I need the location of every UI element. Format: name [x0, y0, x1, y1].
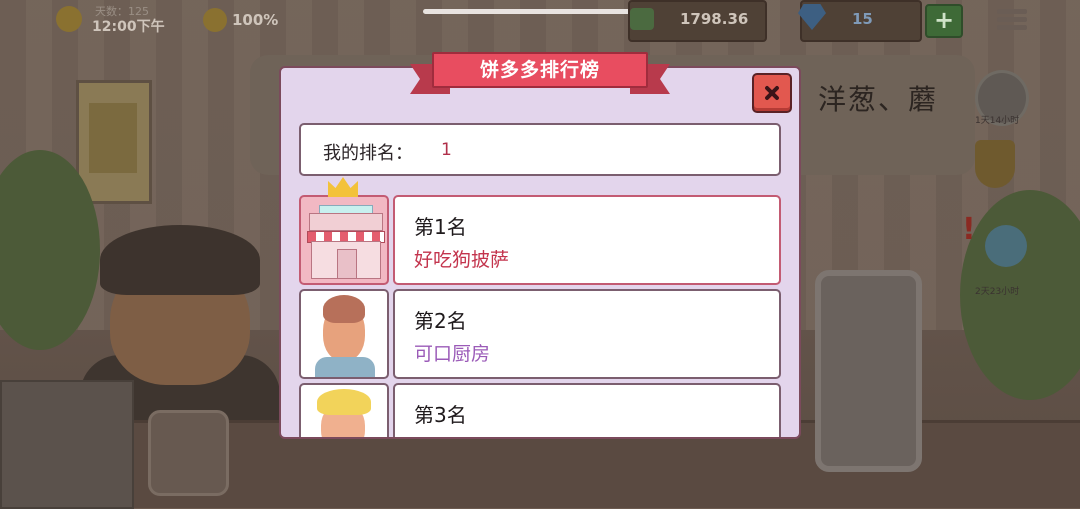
alert-icon: ! — [962, 212, 976, 247]
order-note-text: 洋葱、蘑 — [818, 83, 939, 116]
rank-label: 第3名 — [414, 403, 467, 427]
cash-register[interactable] — [0, 380, 134, 509]
money-value: 1798.36 — [680, 10, 749, 28]
rank-card: 第1名 好吃狗披萨 — [393, 195, 781, 285]
tablet-device[interactable] — [815, 270, 922, 472]
man-avatar-icon — [299, 289, 389, 379]
pet-icon[interactable] — [985, 225, 1027, 267]
gem-value: 15 — [852, 10, 873, 28]
avatar-hair — [323, 295, 365, 323]
restaurant-name: 可口厨房 — [414, 343, 491, 365]
leaderboard-row[interactable]: 第1名 好吃狗披萨 — [299, 195, 781, 285]
glass-jar — [148, 410, 229, 496]
rank-label: 第2名 — [414, 309, 467, 333]
timer-2-label: 2天23小时 — [975, 287, 1020, 297]
wall-poster — [76, 80, 152, 204]
close-button[interactable] — [752, 73, 792, 113]
rank-label: 第1名 — [414, 215, 467, 239]
dialog-title: 饼多多排行榜 — [479, 59, 600, 81]
trophy-icon[interactable] — [975, 140, 1015, 188]
blonde-man-avatar-icon — [299, 383, 389, 437]
restaurant-name: 好吃狗披萨 — [414, 249, 510, 271]
chef-hair — [100, 225, 260, 295]
satisfaction-value: 100% — [232, 11, 279, 29]
title-ribbon: 饼多多排行榜 — [410, 48, 670, 96]
shop-roof — [309, 213, 383, 231]
leaderboard-row[interactable]: 第3名 — [299, 383, 781, 437]
avatar-hair — [317, 389, 371, 415]
home-indicator — [423, 9, 658, 14]
shop-icon — [299, 195, 389, 285]
sun-icon — [56, 6, 82, 32]
menu-icon[interactable] — [997, 6, 1027, 34]
my-rank-value: 1 — [441, 140, 452, 160]
my-rank-label: 我的排名： — [323, 143, 413, 164]
add-gems-button[interactable]: + — [925, 4, 963, 38]
game-clock: 12:00下午 — [92, 19, 165, 35]
leaderboard-row[interactable]: 第2名 可口厨房 — [299, 289, 781, 379]
timer-1-label: 1天14小时 — [975, 116, 1020, 126]
rank-card: 第2名 可口厨房 — [393, 289, 781, 379]
smiley-icon — [203, 8, 227, 32]
avatar-shirt — [315, 357, 375, 377]
cash-icon — [630, 8, 654, 30]
ribbon-body: 饼多多排行榜 — [432, 52, 648, 88]
rank-card: 第3名 — [393, 383, 781, 437]
my-rank-panel: 我的排名： 1 — [299, 123, 781, 176]
shop-door — [337, 249, 357, 279]
